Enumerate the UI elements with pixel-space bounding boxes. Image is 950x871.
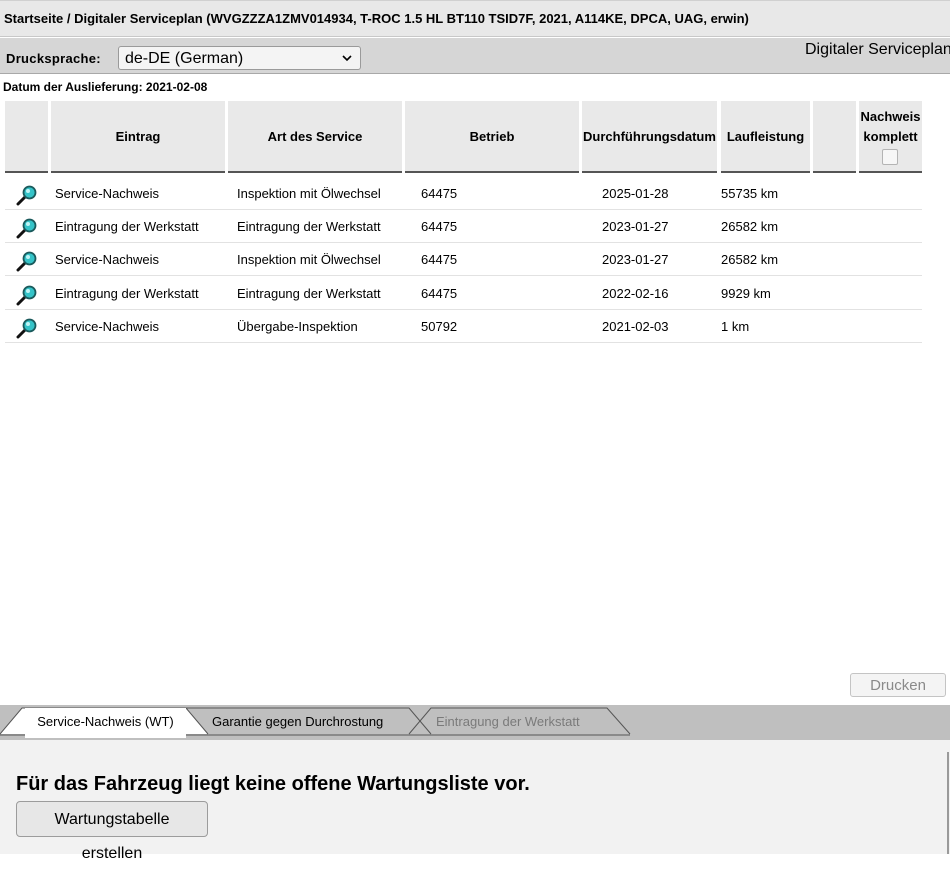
magnifier-icon[interactable] — [16, 317, 38, 339]
cell-service-type: Eintragung der Werkstatt — [237, 286, 381, 301]
magnifier-icon[interactable] — [16, 284, 38, 306]
cell-mileage: 26582 km — [721, 219, 779, 234]
cell-mileage: 55735 km — [721, 186, 779, 201]
header-mileage-label: Laufleistung — [726, 129, 805, 144]
print-language-value: de-DE (German) — [125, 50, 244, 67]
cell-mileage: 26582 km — [721, 252, 779, 267]
cell-entry: Service-Nachweis — [55, 252, 160, 267]
cell-workshop: 64475 — [421, 252, 458, 267]
print-language-label: Drucksprache: — [6, 51, 101, 66]
create-maintenance-table-button[interactable]: Wartungstabelle erstellen — [16, 801, 208, 862]
cell-mileage: 1 km — [721, 319, 750, 334]
cell-entry: Eintragung der Werkstatt — [55, 219, 199, 234]
cell-service-type: Eintragung der Werkstatt — [237, 219, 381, 234]
chevron-down-icon — [342, 55, 352, 62]
tab-service-proof[interactable]: Service-Nachweis (WT) — [25, 708, 186, 738]
header-mileage[interactable]: Laufleistung — [721, 101, 810, 173]
maintenance-panel: Für das Fahrzeug liegt keine offene Wart… — [0, 740, 950, 862]
cell-date: 2023-01-27 — [602, 219, 669, 234]
cell-entry: Eintragung der Werkstatt — [55, 286, 199, 301]
cell-workshop: 64475 — [421, 219, 458, 234]
header-extra — [813, 101, 856, 173]
cell-service-type: Übergabe-Inspektion — [237, 319, 358, 334]
header-proof-line1: Nachweis — [860, 109, 921, 124]
table-row: Service-Nachweis Inspektion mit Ölwechsel… — [5, 176, 922, 210]
proof-complete-checkbox[interactable] — [882, 149, 898, 165]
header-workshop-label: Betrieb — [469, 129, 515, 144]
breadcrumb-title: Startseite / Digitaler Serviceplan (WVGZ… — [4, 11, 749, 26]
header-service-type-label: Art des Service — [267, 129, 363, 144]
header-service-type[interactable]: Art des Service — [228, 101, 402, 173]
header-entry-label: Eintrag — [115, 129, 161, 144]
magnifier-icon[interactable] — [16, 217, 38, 239]
table-row: Eintragung der Werkstatt Eintragung der W… — [5, 209, 922, 243]
header-proof-line2: komplett — [863, 129, 918, 144]
table-row: Eintragung der Werkstatt Eintragung der W… — [5, 276, 922, 310]
delivery-date: Datum der Auslieferung: 2021-02-08 — [3, 80, 208, 94]
header-workshop[interactable]: Betrieb — [405, 101, 579, 173]
cell-entry: Service-Nachweis — [55, 186, 160, 201]
table-row: Service-Nachweis Übergabe-Inspektion 50792… — [5, 309, 922, 343]
cell-service-type: Inspektion mit Ölwechsel — [237, 186, 381, 201]
cell-date: 2025-01-28 — [602, 186, 669, 201]
maintenance-message: Für das Fahrzeug liegt keine offene Wart… — [16, 773, 530, 795]
magnifier-icon[interactable] — [16, 250, 38, 272]
header-date-label: Durchführungsdatum — [583, 129, 716, 144]
header-entry[interactable]: Eintrag — [51, 101, 225, 173]
title-bar: Startseite / Digitaler Serviceplan (WVGZ… — [0, 0, 950, 37]
table-row: Service-Nachweis Inspektion mit Ölwechsel… — [5, 242, 922, 276]
tab-bar: Service-Nachweis (WT) Garantie gegen Dur… — [0, 705, 950, 740]
cell-workshop: 64475 — [421, 186, 458, 201]
tab-rust-warranty[interactable]: Garantie gegen Durchrostung — [212, 708, 383, 736]
panel-divider — [947, 752, 949, 854]
cell-mileage: 9929 km — [721, 286, 771, 301]
header-icon-column — [5, 101, 48, 173]
header-date[interactable]: Durchführungsdatum — [582, 101, 717, 173]
cell-workshop: 50792 — [421, 319, 458, 334]
print-language-select[interactable]: de-DE (German) — [118, 46, 361, 70]
cell-entry: Service-Nachweis — [55, 319, 160, 334]
tab-workshop-entry: Eintragung der Werkstatt — [436, 714, 580, 729]
cell-date: 2022-02-16 — [602, 286, 669, 301]
print-button[interactable]: Drucken — [850, 673, 946, 697]
cell-workshop: 64475 — [421, 286, 458, 301]
magnifier-icon[interactable] — [16, 184, 38, 206]
toolbar: Drucksprache: de-DE (German) Digitaler S… — [0, 38, 950, 74]
cell-date: 2023-01-27 — [602, 252, 669, 267]
header-proof-complete: Nachweis komplett — [859, 101, 922, 173]
header-proof-complete-label: Nachweis komplett — [859, 107, 922, 147]
cell-date: 2021-02-03 — [602, 319, 669, 334]
cell-service-type: Inspektion mit Ölwechsel — [237, 252, 381, 267]
page-heading: Digitaler Serviceplan — [805, 41, 950, 58]
